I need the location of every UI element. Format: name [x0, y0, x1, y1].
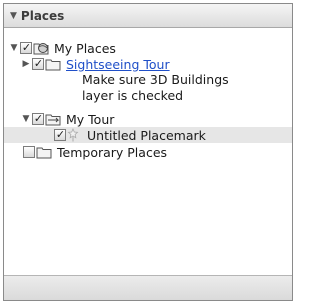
panel-footer-bar — [4, 275, 292, 300]
panel-title: Places — [20, 8, 65, 23]
tree-item-label: Untitled Placemark — [87, 127, 206, 143]
folder-icon — [45, 57, 61, 71]
places-panel: ▼ Places ▼ ✓ My Places ▶ ✓ Sightseeing T… — [3, 3, 293, 301]
tree-item-temporary-places[interactable]: Temporary Places — [23, 144, 167, 160]
places-panel-header[interactable]: ▼ Places — [4, 4, 292, 28]
places-tree: ▼ ✓ My Places ▶ ✓ Sightseeing Tour Make … — [4, 28, 292, 276]
tree-item-sightseeing-tour[interactable]: ▶ ✓ Sightseeing Tour — [20, 56, 170, 72]
visibility-checkbox[interactable]: ✓ — [32, 113, 44, 125]
folder-icon — [36, 145, 52, 159]
tree-item-label: My Places — [54, 40, 116, 56]
visibility-checkbox[interactable]: ✓ — [20, 42, 32, 54]
expand-triangle-icon[interactable]: ▼ — [20, 114, 32, 124]
expand-triangle-icon[interactable]: ▶ — [20, 59, 32, 69]
tour-icon — [45, 112, 61, 126]
tour-link[interactable]: Sightseeing Tour — [66, 57, 170, 72]
tree-item-label: My Tour — [66, 111, 115, 127]
tree-item-my-tour[interactable]: ▼ ✓ My Tour — [20, 111, 115, 127]
collapse-triangle-icon[interactable]: ▼ — [10, 11, 17, 21]
tree-item-untitled-placemark[interactable]: ✓ Untitled Placemark — [4, 127, 292, 143]
visibility-checkbox[interactable] — [23, 146, 35, 158]
description-line: layer is checked — [82, 88, 184, 103]
visibility-checkbox[interactable]: ✓ — [54, 129, 66, 141]
tree-item-label: Temporary Places — [57, 144, 168, 160]
places-globe-icon — [33, 41, 49, 55]
tree-item-description: Make sure 3D Buildings layer is checked — [82, 72, 229, 104]
tree-item-my-places[interactable]: ▼ ✓ My Places — [8, 40, 116, 56]
description-line: Make sure 3D Buildings — [82, 72, 229, 87]
visibility-checkbox[interactable]: ✓ — [32, 58, 44, 70]
expand-triangle-icon[interactable]: ▼ — [8, 43, 20, 53]
placemark-pin-icon — [67, 128, 79, 142]
